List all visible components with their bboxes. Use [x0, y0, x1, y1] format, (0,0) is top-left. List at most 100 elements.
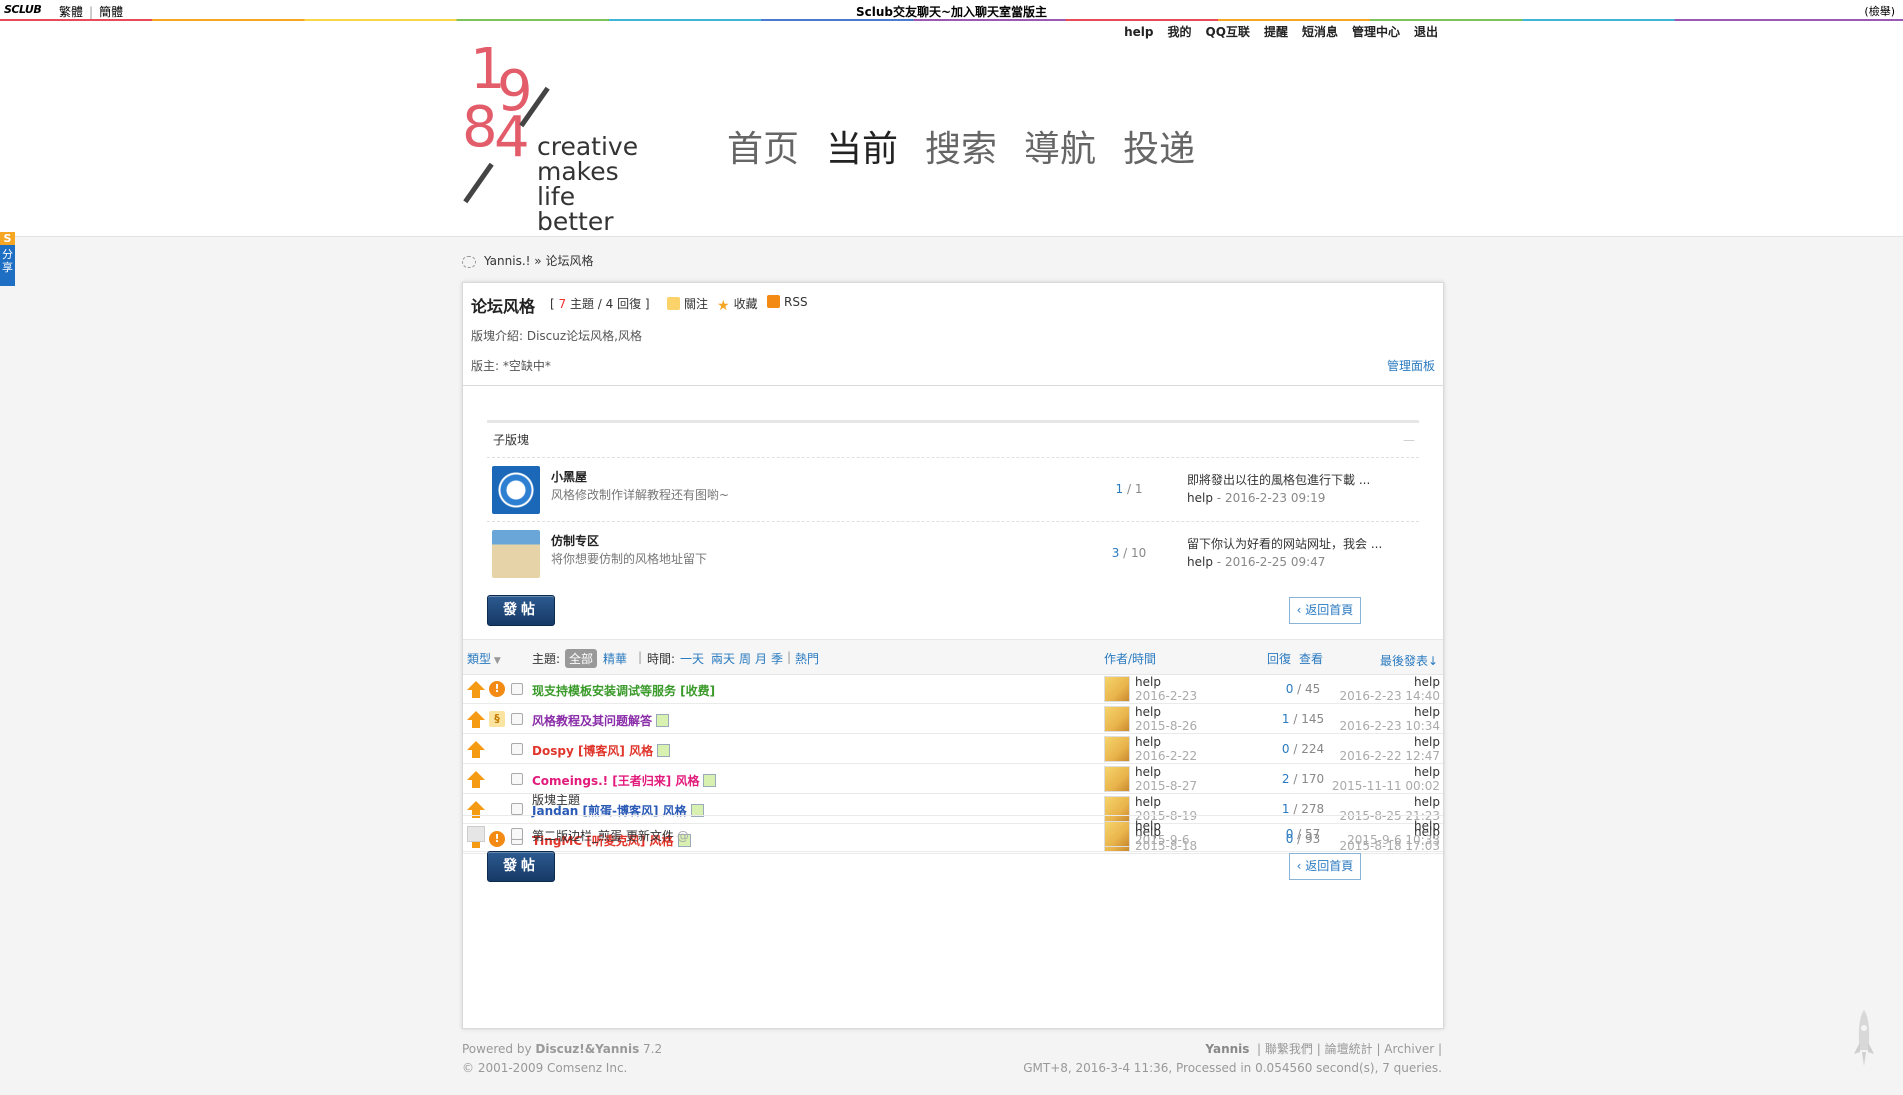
follow-icon [667, 297, 680, 310]
last-user[interactable]: help [1347, 819, 1440, 833]
thread-title[interactable]: 第二版边栏_煎蛋 更新文件 @ [532, 827, 689, 844]
avatar[interactable] [1104, 706, 1130, 732]
filter-hot[interactable]: 熱門 [795, 650, 819, 667]
filter-week[interactable]: 周 [739, 650, 751, 667]
chevron-down-icon: ▼ [491, 656, 501, 666]
last-user[interactable]: help [1340, 705, 1440, 719]
last-post-user[interactable]: help [1187, 555, 1213, 569]
user-nav-item[interactable]: 我的 [1168, 25, 1192, 39]
home-icon[interactable] [462, 255, 476, 268]
author-name[interactable]: help [1135, 735, 1197, 749]
back-home-button[interactable]: 返回首頁 [1289, 853, 1361, 880]
author-name[interactable]: help [1135, 765, 1197, 779]
filter-all[interactable]: 全部 [565, 649, 598, 668]
top-announcement[interactable]: Sclub交友聊天~加入聊天室當版主 [0, 3, 1903, 20]
user-nav-item[interactable]: 提醒 [1264, 25, 1288, 39]
back-home-button[interactable]: 返回首頁 [1289, 597, 1361, 624]
filter-day[interactable]: 一天 [680, 650, 704, 667]
author-date: 2016-2-23 [1135, 689, 1198, 703]
thread-checkbox[interactable] [511, 743, 523, 755]
table-row[interactable]: ! 现支持模板安装调试等服务 [收费] help 2016-2-23 0 / 45 hel… [463, 674, 1443, 704]
topic-filter-label: 主題: [532, 652, 561, 666]
site-logo[interactable]: 1 9 8 4 creative makes life better [462, 42, 662, 236]
avatar[interactable] [1104, 821, 1130, 847]
filter-month[interactable]: 月 [755, 650, 767, 667]
thread-title[interactable]: 风格教程及其问题解答 [532, 712, 670, 729]
thread-checkbox[interactable] [511, 713, 523, 725]
lastpost-column-header[interactable]: 最後發表↓ [1380, 652, 1438, 669]
last-post-title[interactable]: 即將發出以往的風格包進行下載 ... [1187, 471, 1370, 488]
reply-count: 0 [1285, 827, 1294, 841]
table-row[interactable]: § 风格教程及其问题解答 help 2015-8-26 1 / 145 help 2016-… [463, 704, 1443, 734]
rss-button[interactable]: RSS [767, 295, 808, 309]
views-column-header[interactable]: 查看 [1299, 650, 1323, 667]
breadcrumb-current[interactable]: 论坛风格 [545, 254, 593, 268]
user-nav-item[interactable]: 管理中心 [1352, 25, 1400, 39]
section-label: 版塊主題 [532, 793, 581, 807]
powered-name[interactable]: Discuz!&Yannis [535, 1042, 639, 1056]
forum-header: 论坛风格 [ 7 主題 / 4 回復 ] 關注 ★ 收藏 RSS 版塊介紹: Di… [463, 283, 1443, 386]
last-post-user[interactable]: help [1187, 491, 1213, 505]
user-nav-item[interactable]: help [1124, 25, 1153, 39]
author-column-header[interactable]: 作者/時間 [1104, 650, 1156, 667]
tagline-line-4: better [537, 207, 614, 236]
type-filter[interactable]: 類型 ▼ [467, 650, 501, 667]
contact-link[interactable]: 聯繫我們 [1265, 1042, 1313, 1056]
main-nav-item[interactable]: 投递 [1123, 120, 1195, 172]
main-nav-item[interactable]: 導航 [1024, 120, 1096, 172]
user-nav-item[interactable]: 短消息 [1302, 25, 1338, 39]
replies-column-header[interactable]: 回復 [1267, 650, 1291, 667]
subforum-row[interactable]: 小黑屋 风格修改制作详解教程还有图喲~ 1 / 1 即將發出以往的風格包進行下載… [487, 458, 1419, 522]
subforum-name[interactable]: 仿制专区 [551, 532, 599, 549]
user-nav-item[interactable]: 退出 [1414, 25, 1438, 39]
stats-link[interactable]: 論壇統計 [1325, 1042, 1373, 1056]
thread-checkbox[interactable] [511, 683, 523, 695]
back-to-top-rocket-icon[interactable] [1852, 1008, 1876, 1068]
collapse-icon[interactable]: — [1403, 423, 1415, 457]
last-time[interactable]: 2016-2-23 14:40 [1340, 689, 1441, 703]
last-post-title[interactable]: 留下你认为好看的网站网址，我会 ... [1187, 535, 1382, 552]
last-time[interactable]: 2016-2-23 10:34 [1340, 719, 1441, 733]
last-time[interactable]: 2015-9-6 10:33 [1347, 833, 1440, 847]
thread-title[interactable]: Dospy [博客风] 风格 [532, 742, 671, 759]
new-post-button[interactable]: 發帖 [487, 851, 555, 882]
table-row[interactable]: 第二版边栏_煎蛋 更新文件 @ help 2015-9-6 0 / 57 help 2… [463, 816, 1443, 852]
main-nav-item[interactable]: 搜索 [925, 120, 997, 172]
filter-digest[interactable]: 精華 [603, 650, 627, 667]
author-name[interactable]: help [1135, 675, 1197, 689]
thread-checkbox[interactable] [511, 828, 523, 840]
last-user[interactable]: help [1340, 735, 1440, 749]
share-widget[interactable]: S 分享 [0, 232, 15, 286]
subforum-name[interactable]: 小黑屋 [551, 468, 587, 485]
archiver-link[interactable]: Archiver [1384, 1042, 1434, 1056]
filter-twodays[interactable]: 兩天 [711, 650, 735, 667]
last-time[interactable]: 2016-2-22 12:47 [1340, 749, 1441, 763]
table-row[interactable]: Dospy [博客风] 风格 help 2016-2-22 0 / 224 help 20… [463, 734, 1443, 764]
last-user[interactable]: help [1340, 675, 1440, 689]
main-nav-item[interactable]: 首页 [727, 120, 799, 172]
author-name[interactable]: help [1135, 819, 1189, 833]
report-link[interactable]: (檢舉) [1864, 3, 1895, 19]
shop-icon[interactable] [492, 530, 540, 578]
follow-button[interactable]: 關注 [667, 295, 708, 312]
thread-title-text[interactable]: 风格教程及其问题解答 [532, 714, 652, 728]
last-user[interactable]: help [1332, 765, 1440, 779]
main-nav-item[interactable]: 当前 [826, 120, 898, 172]
announcement-text[interactable]: Sclub交友聊天~加入聊天室當版主 [856, 5, 1047, 19]
thread-title-text[interactable]: Dospy [博客风] 风格 [532, 744, 653, 758]
subforum-row[interactable]: 仿制专区 将你想要仿制的风格地址留下 3 / 10 留下你认为好看的网站网址，我… [487, 522, 1419, 585]
footer-site-link[interactable]: Yannis [1205, 1042, 1249, 1056]
thread-title[interactable]: 现支持模板安装调试等服务 [收费] [532, 682, 715, 699]
filter-season[interactable]: 季 [771, 650, 783, 667]
favorite-button[interactable]: ★ 收藏 [717, 295, 758, 314]
thread-title-text[interactable]: 第二版边栏_煎蛋 更新文件 [532, 829, 674, 843]
author-name[interactable]: help [1135, 705, 1197, 719]
thread-title-text[interactable]: 现支持模板安装调试等服务 [收费] [532, 684, 715, 698]
new-post-button[interactable]: 發帖 [487, 595, 555, 626]
breadcrumb-site[interactable]: Yannis.! [484, 254, 530, 268]
avatar[interactable] [1104, 676, 1130, 702]
avatar[interactable] [1104, 736, 1130, 762]
user-nav-item[interactable]: QQ互联 [1206, 25, 1250, 39]
compass-icon[interactable] [492, 466, 540, 514]
admin-panel-link[interactable]: 管理面板 [1387, 357, 1435, 374]
